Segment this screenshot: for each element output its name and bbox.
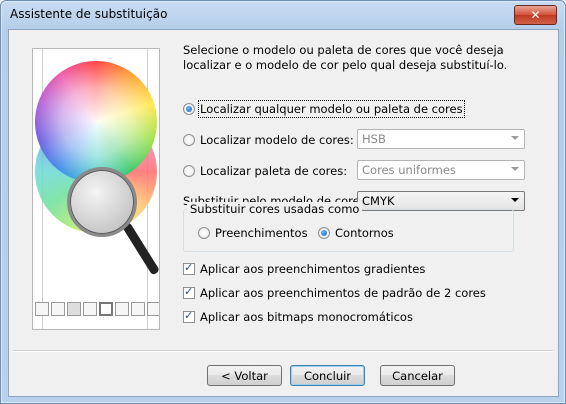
back-button[interactable]: < Voltar <box>207 365 282 386</box>
chevron-down-icon <box>511 167 519 171</box>
instructions-text: Selecione o modelo ou paleta de cores qu… <box>183 43 507 73</box>
swatch-selected <box>99 302 113 316</box>
outlines-label[interactable]: Contornos <box>335 226 394 240</box>
two-color-pattern-checkbox[interactable] <box>183 285 195 299</box>
find-model-label[interactable]: Localizar modelo de cores: <box>200 133 354 147</box>
gradient-fills-checkbox[interactable] <box>183 261 195 275</box>
find-palette-option[interactable]: Localizar paleta de cores: <box>183 164 347 178</box>
mono-bitmaps-option[interactable]: Aplicar aos bitmaps monocromáticos <box>183 309 413 324</box>
find-palette-radio[interactable] <box>183 165 195 177</box>
dialog-window: Assistente de substituição ✕ Selecione o… <box>0 0 566 404</box>
finish-button[interactable]: Concluir <box>290 365 365 386</box>
replace-model-dropdown[interactable]: CMYK <box>357 191 525 211</box>
swatch <box>147 302 159 316</box>
cancel-button[interactable]: Cancelar <box>380 365 455 386</box>
find-palette-label[interactable]: Localizar paleta de cores: <box>200 164 347 178</box>
fills-option[interactable]: Preenchimentos <box>198 226 308 240</box>
gradient-fills-option[interactable]: Aplicar aos preenchimentos gradientes <box>183 261 425 276</box>
window-title: Assistente de substituição <box>10 7 168 21</box>
instructions-line-2: localizar e o modelo de cor pelo qual de… <box>183 58 508 72</box>
two-color-pattern-option[interactable]: Aplicar aos preenchimentos de padrão de … <box>183 285 486 300</box>
fills-label[interactable]: Preenchimentos <box>215 226 308 240</box>
find-model-dropdown[interactable]: HSB <box>357 129 525 149</box>
chevron-down-icon <box>511 198 519 202</box>
dialog-client-area: Selecione o modelo ou paleta de cores qu… <box>8 29 559 397</box>
color-wheel-magnifier-illustration <box>32 48 160 330</box>
magnifier-icon <box>67 167 137 237</box>
swatch <box>67 302 81 316</box>
swatch <box>35 302 49 316</box>
back-button-label: < Voltar <box>221 368 268 383</box>
find-palette-dropdown[interactable]: Cores uniformes <box>357 160 525 180</box>
find-any-radio[interactable] <box>183 103 195 115</box>
title-bar[interactable]: Assistente de substituição ✕ <box>1 1 565 29</box>
mono-bitmaps-checkbox[interactable] <box>183 309 195 323</box>
swatch <box>51 302 65 316</box>
outlines-option[interactable]: Contornos <box>318 226 394 240</box>
cancel-button-label: Cancelar <box>392 368 443 383</box>
separator <box>13 350 553 352</box>
gradient-fills-label[interactable]: Aplicar aos preenchimentos gradientes <box>200 262 425 276</box>
outlines-radio[interactable] <box>318 227 330 239</box>
find-model-dropdown-value: HSB <box>362 132 386 146</box>
find-model-radio[interactable] <box>183 134 195 146</box>
swatch <box>131 302 145 316</box>
close-button[interactable]: ✕ <box>514 5 557 25</box>
two-color-pattern-label[interactable]: Aplicar aos preenchimentos de padrão de … <box>200 286 486 300</box>
swatch <box>83 302 97 316</box>
swatch-strip <box>35 302 159 316</box>
swatch <box>115 302 129 316</box>
find-model-option[interactable]: Localizar modelo de cores: <box>183 133 354 147</box>
finish-button-label: Concluir <box>303 368 352 383</box>
replace-colors-legend: Substituir cores usadas como <box>187 202 363 216</box>
mono-bitmaps-label[interactable]: Aplicar aos bitmaps monocromáticos <box>200 310 413 324</box>
color-wheel-front <box>35 61 157 183</box>
find-any-label[interactable]: Localizar qualquer modelo ou paleta de c… <box>198 100 465 118</box>
magnifier-handle <box>121 221 159 276</box>
chevron-down-icon <box>511 136 519 140</box>
find-any-option[interactable]: Localizar qualquer modelo ou paleta de c… <box>183 100 465 118</box>
find-palette-dropdown-value: Cores uniformes <box>362 163 456 177</box>
instructions-line-1: Selecione o modelo ou paleta de cores qu… <box>183 43 504 57</box>
fills-radio[interactable] <box>198 227 210 239</box>
close-icon: ✕ <box>530 8 541 22</box>
replace-model-dropdown-value: CMYK <box>362 194 395 208</box>
replace-colors-group: Substituir cores usadas como Preenchimen… <box>183 202 514 252</box>
